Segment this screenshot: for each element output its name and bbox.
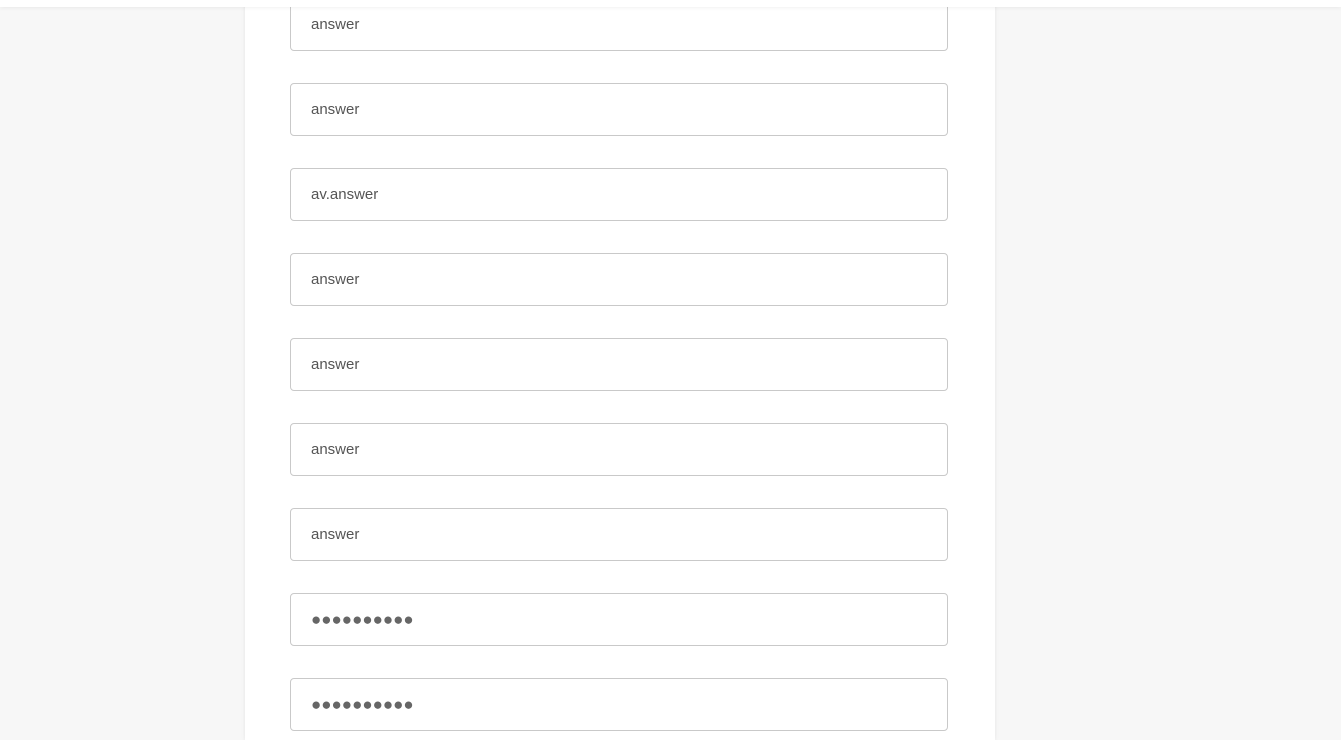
- answer-field-6[interactable]: answer: [290, 423, 948, 476]
- answer-field-4[interactable]: answer: [290, 253, 948, 306]
- answer-field-3[interactable]: av.answer: [290, 168, 948, 221]
- answer-field-1[interactable]: answer: [290, 0, 948, 51]
- confirm-password-field[interactable]: ●●●●●●●●●●: [290, 678, 948, 731]
- top-nav-bar: [0, 0, 1341, 7]
- answer-field-2[interactable]: answer: [290, 83, 948, 136]
- password-field[interactable]: ●●●●●●●●●●: [290, 593, 948, 646]
- answer-field-5[interactable]: answer: [290, 338, 948, 391]
- answer-field-7[interactable]: answer: [290, 508, 948, 561]
